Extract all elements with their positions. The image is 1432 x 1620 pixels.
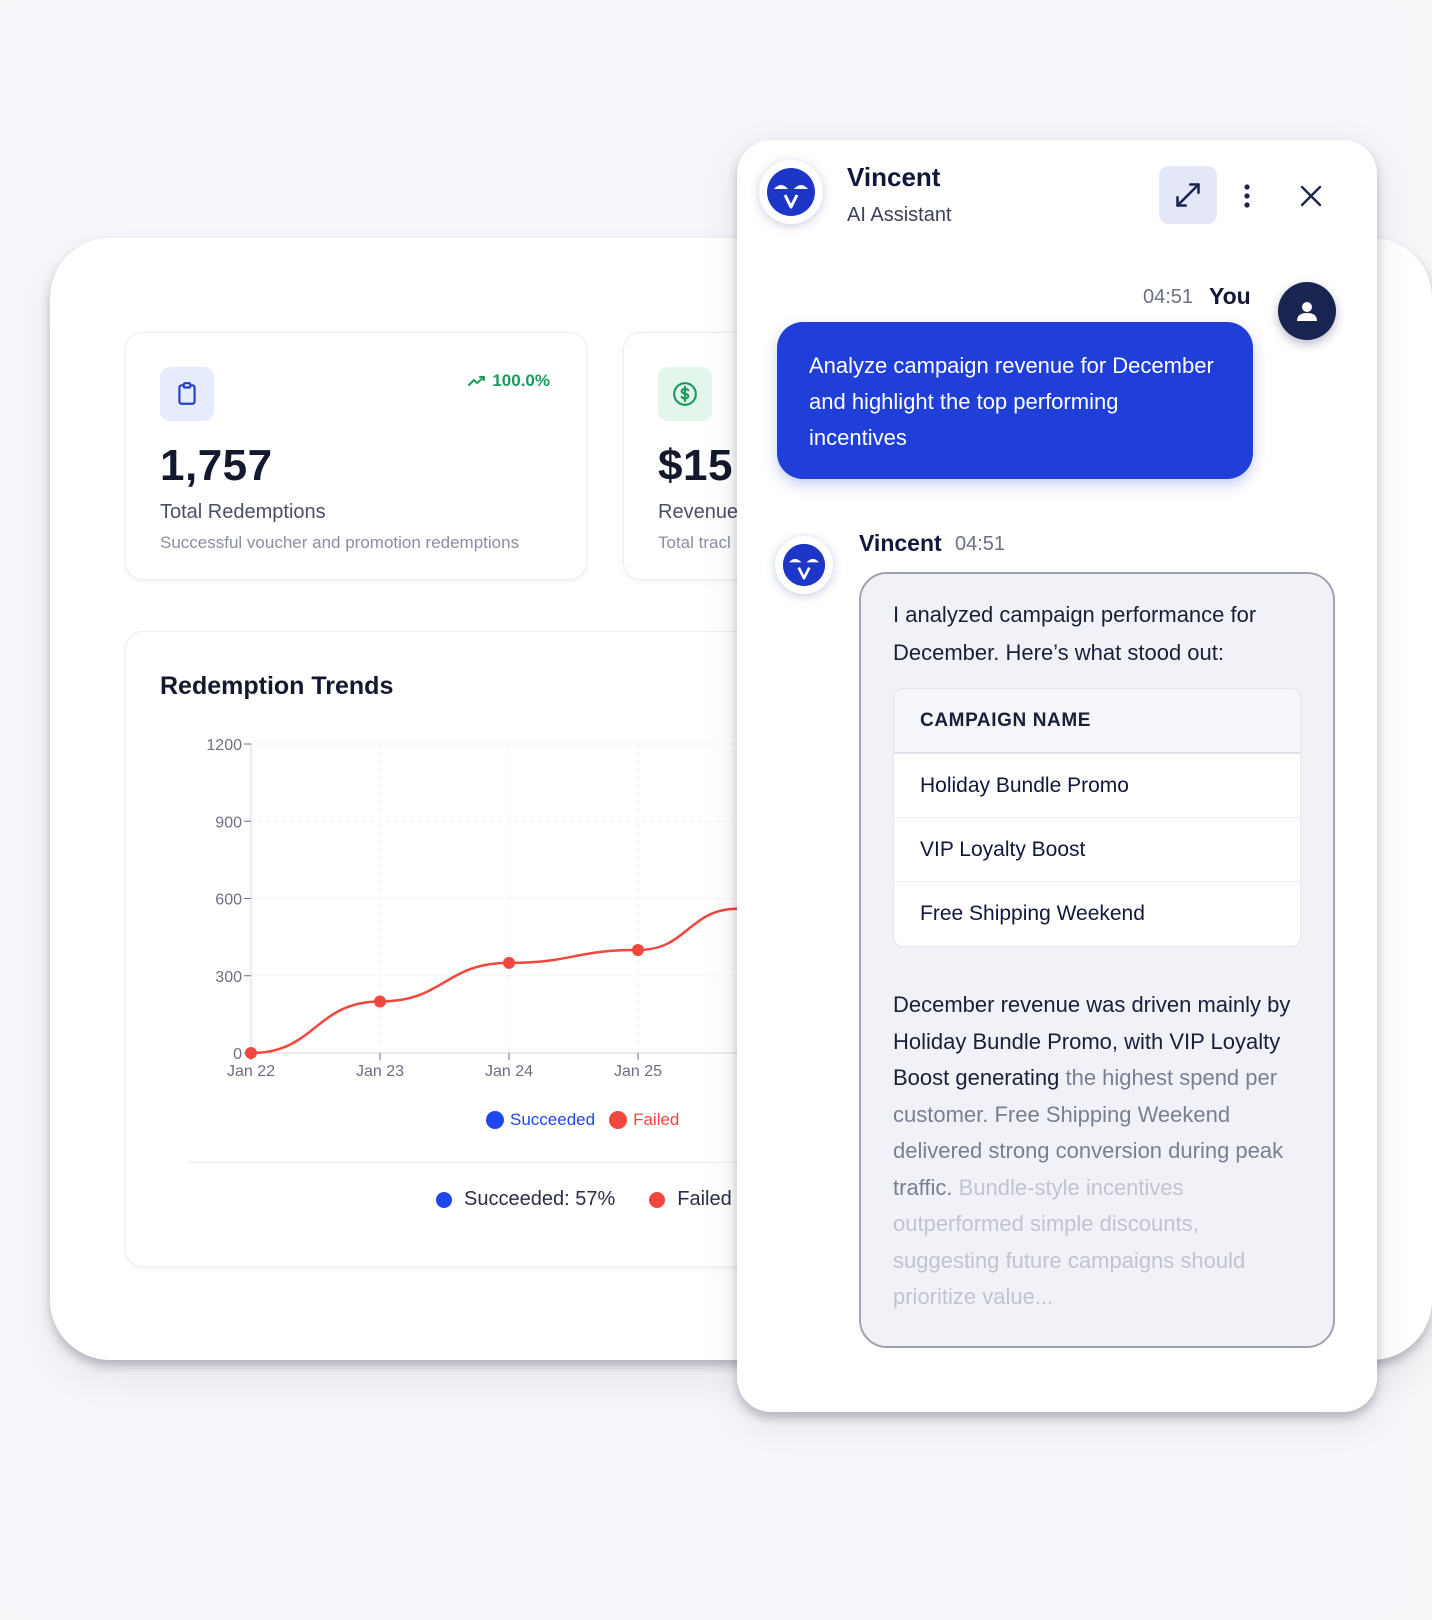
legend-item-succeeded[interactable]: Succeeded bbox=[486, 1110, 595, 1130]
close-button[interactable] bbox=[1291, 176, 1331, 216]
x-tick-label: Jan 24 bbox=[485, 1063, 533, 1080]
data-point bbox=[245, 1047, 257, 1059]
stat-label: Total Redemptions bbox=[160, 501, 326, 523]
campaign-table: CAMPAIGN NAME Holiday Bundle Promo VIP L… bbox=[893, 688, 1301, 947]
assistant-message-author: Vincent bbox=[859, 530, 942, 556]
user-avatar bbox=[1278, 282, 1336, 340]
stat-card-redemptions[interactable]: 100.0% 1,757 Total Redemptions Successfu… bbox=[125, 332, 587, 580]
user-message-bubble: Analyze campaign revenue for December an… bbox=[777, 322, 1253, 479]
table-row: Free Shipping Weekend bbox=[920, 902, 1145, 925]
assistant-intro-text: I analyzed campaign performance for Dece… bbox=[893, 602, 1257, 665]
summary-label: Succeeded: 57% bbox=[464, 1188, 616, 1210]
stat-label: Revenue bbox=[658, 501, 739, 523]
y-tick-label: 600 bbox=[215, 892, 242, 909]
expand-icon bbox=[1176, 183, 1200, 207]
x-tick-label: Jan 22 bbox=[227, 1063, 275, 1080]
stat-value: $15 bbox=[658, 441, 733, 490]
x-tick-label: Jan 23 bbox=[356, 1063, 404, 1080]
stat-description: Successful voucher and promotion redempt… bbox=[160, 533, 520, 552]
assistant-message-avatar bbox=[775, 536, 833, 594]
table-header: CAMPAIGN NAME bbox=[894, 689, 1300, 754]
legend-item-failed[interactable]: Failed bbox=[609, 1110, 679, 1130]
assistant-avatar bbox=[759, 160, 823, 224]
data-point bbox=[374, 995, 386, 1008]
data-point bbox=[503, 956, 515, 969]
assistant-subtitle: AI Assistant bbox=[847, 204, 952, 226]
summary-label: Failed bbox=[677, 1188, 732, 1210]
summary-dot-icon bbox=[436, 1191, 452, 1208]
trending-up-icon bbox=[468, 376, 486, 386]
summary-succeeded: Succeeded: 57% bbox=[436, 1188, 615, 1211]
legend-label: Failed bbox=[633, 1110, 680, 1129]
clipboard-icon bbox=[160, 367, 214, 421]
user-icon bbox=[1297, 302, 1317, 321]
series-line bbox=[250, 907, 739, 1055]
assistant-message-time: 04:51 bbox=[955, 533, 1006, 555]
user-message-time: 04:51 bbox=[1143, 286, 1194, 308]
expand-button[interactable] bbox=[1159, 166, 1217, 224]
summary-dot-icon bbox=[649, 1191, 666, 1208]
table-row: Holiday Bundle Promo bbox=[894, 754, 1300, 818]
assistant-logo-icon bbox=[782, 543, 826, 587]
chart-summary: Succeeded: 57% Failed bbox=[436, 1188, 732, 1211]
dollar-icon bbox=[658, 367, 712, 421]
legend-label: Succeeded bbox=[510, 1110, 596, 1129]
y-tick-label: 1200 bbox=[206, 737, 242, 754]
user-message-author: You bbox=[1209, 283, 1251, 309]
y-tick-label: 0 bbox=[233, 1046, 242, 1063]
table-row: VIP Loyalty Boost bbox=[894, 818, 1300, 882]
assistant-name: Vincent bbox=[847, 162, 941, 192]
chart-legend: Succeeded Failed bbox=[486, 1110, 679, 1130]
trend-badge: 100.0% bbox=[468, 371, 550, 391]
y-tick-label: 900 bbox=[215, 814, 242, 831]
assistant-logo-icon bbox=[767, 168, 815, 216]
stat-value: 1,757 bbox=[160, 441, 273, 490]
summary-failed: Failed bbox=[649, 1188, 732, 1211]
assistant-summary-text: December revenue was driven mainly by Ho… bbox=[893, 987, 1301, 1316]
stat-description: Total tracl bbox=[658, 533, 731, 552]
y-tick-label: 300 bbox=[215, 969, 242, 986]
x-tick-label: Jan 25 bbox=[614, 1063, 662, 1080]
legend-dot-icon bbox=[609, 1111, 628, 1129]
more-options-button[interactable] bbox=[1227, 176, 1267, 216]
close-icon bbox=[1300, 185, 1322, 207]
more-vertical-icon bbox=[1244, 184, 1250, 208]
legend-dot-icon bbox=[486, 1111, 504, 1129]
data-point bbox=[632, 944, 644, 956]
trend-value: 100.0% bbox=[492, 371, 550, 390]
ai-chat-panel: Vincent AI Assistant 04:51 You Analyze c… bbox=[737, 140, 1377, 1412]
assistant-message-bubble: I analyzed campaign performance for Dece… bbox=[859, 572, 1335, 1348]
